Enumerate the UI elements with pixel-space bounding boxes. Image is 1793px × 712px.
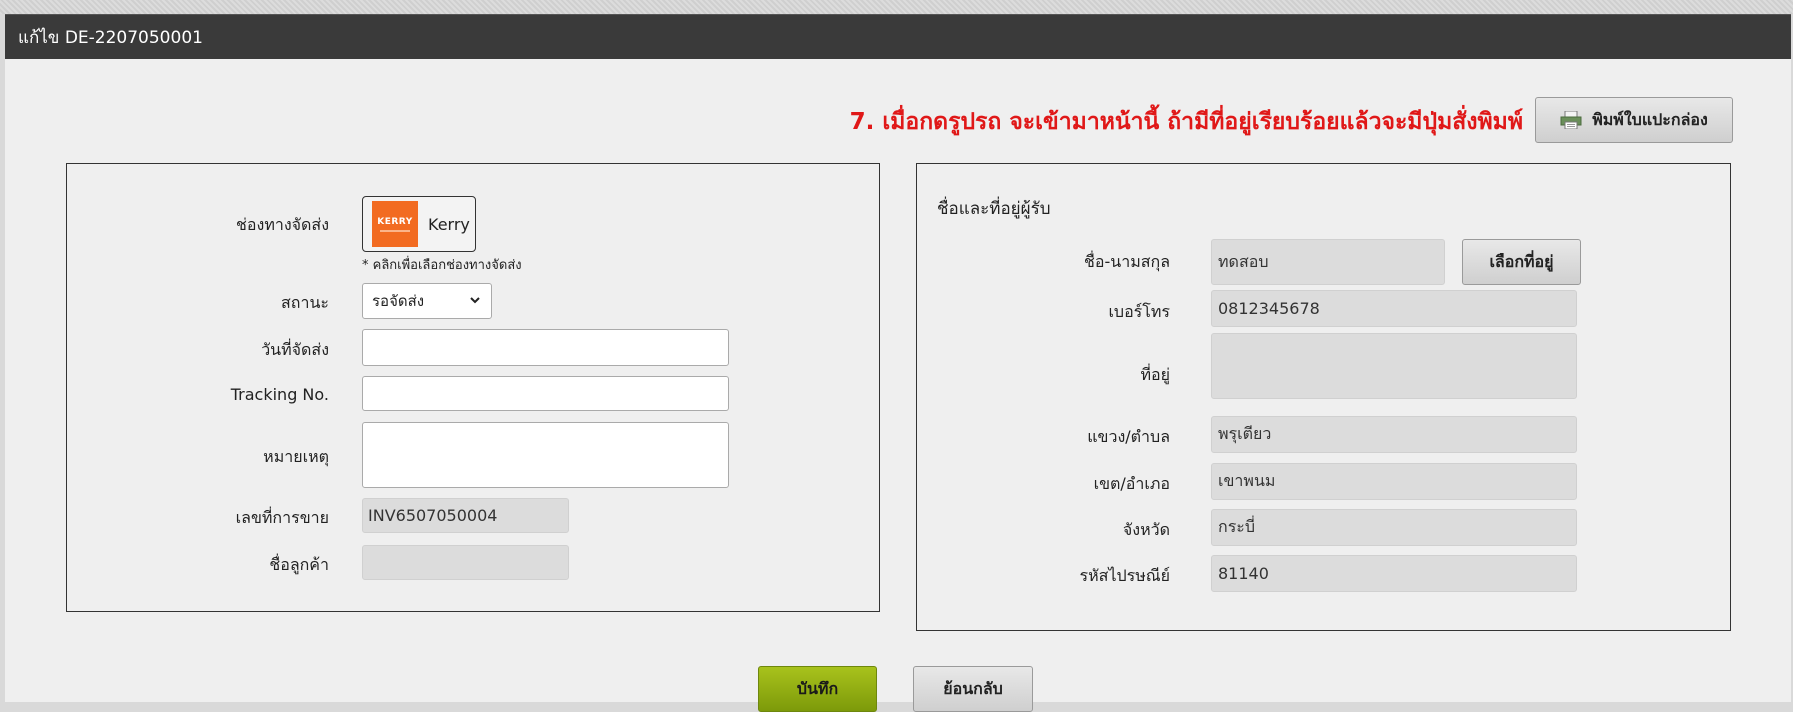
phone-field: 0812345678 bbox=[1211, 290, 1577, 327]
subdistrict-label: แขวง/ตำบล bbox=[1087, 427, 1170, 446]
print-label-button[interactable]: พิมพ์ใบแปะกล่อง bbox=[1535, 97, 1733, 143]
carrier-name: Kerry bbox=[428, 214, 470, 234]
save-button-text: บันทึก bbox=[796, 678, 839, 698]
district-field: เขาพนม bbox=[1211, 463, 1577, 500]
ship-date-label: วันที่จัดส่ง bbox=[261, 340, 329, 359]
print-label-button-text: พิมพ์ใบแปะกล่อง bbox=[1592, 109, 1708, 129]
edit-window: แก้ไข DE-2207050001 7. เมื่อกดรูปรถ จะเข… bbox=[5, 14, 1791, 712]
choose-address-button-text: เลือกที่อยู่ bbox=[1489, 251, 1554, 271]
phone-label: เบอร์โทร bbox=[1108, 302, 1170, 321]
province-label: จังหวัด bbox=[1122, 520, 1170, 539]
district-label: เขต/อำเภอ bbox=[1093, 474, 1170, 493]
top-strip bbox=[0, 0, 1793, 14]
window-titlebar: แก้ไข DE-2207050001 bbox=[5, 14, 1791, 59]
instruction-note: 7. เมื่อกดรูปรถ จะเข้ามาหน้านี้ ถ้ามีที่… bbox=[849, 109, 1523, 135]
tracking-label: Tracking No. bbox=[230, 385, 329, 404]
kerry-logo-text: KERRY bbox=[377, 216, 413, 227]
address-label: ที่อยู่ bbox=[1140, 365, 1170, 384]
postcode-field: 81140 bbox=[1211, 555, 1577, 592]
carrier-select-button[interactable]: KERRY Kerry bbox=[362, 196, 476, 252]
invoice-label: เลขที่การขาย bbox=[235, 508, 329, 527]
channel-label: ช่องทางจัดส่ง bbox=[236, 215, 329, 234]
chevron-down-icon bbox=[470, 297, 480, 304]
customer-label: ชื่อลูกค้า bbox=[269, 555, 329, 574]
printer-icon bbox=[1560, 111, 1582, 129]
status-select[interactable]: รอจัดส่ง bbox=[362, 283, 492, 319]
recipient-panel: ชื่อและที่อยู่ผู้รับ ชื่อ-นามสกุล ทดสอบ … bbox=[916, 163, 1731, 631]
remark-textarea[interactable] bbox=[362, 422, 729, 488]
back-button[interactable]: ย้อนกลับ bbox=[913, 666, 1033, 712]
remark-label: หมายเหตุ bbox=[263, 447, 329, 466]
province-field: กระบี่ bbox=[1211, 509, 1577, 546]
name-field: ทดสอบ bbox=[1211, 239, 1445, 285]
postcode-label: รหัสไปรษณีย์ bbox=[1079, 566, 1170, 585]
subdistrict-field: พรุเตียว bbox=[1211, 416, 1577, 453]
kerry-logo: KERRY bbox=[372, 201, 418, 247]
customer-field bbox=[362, 545, 569, 580]
shipping-panel: ช่องทางจัดส่ง KERRY Kerry * คลิกเพื่อเลื… bbox=[66, 163, 880, 612]
name-label: ชื่อ-นามสกุล bbox=[1084, 252, 1170, 271]
tracking-input[interactable] bbox=[362, 376, 729, 411]
save-button[interactable]: บันทึก bbox=[758, 666, 877, 712]
back-button-text: ย้อนกลับ bbox=[943, 678, 1003, 698]
channel-hint: * คลิกเพื่อเลือกช่องทางจัดส่ง bbox=[362, 258, 522, 273]
address-field bbox=[1211, 333, 1577, 399]
status-select-value: รอจัดส่ง bbox=[372, 292, 425, 310]
recipient-section-title: ชื่อและที่อยู่ผู้รับ bbox=[937, 199, 1051, 219]
window-title: แก้ไข DE-2207050001 bbox=[18, 27, 203, 48]
invoice-field: INV6507050004 bbox=[362, 498, 569, 533]
status-label: สถานะ bbox=[281, 293, 329, 312]
ship-date-input[interactable] bbox=[362, 329, 729, 366]
choose-address-button[interactable]: เลือกที่อยู่ bbox=[1462, 239, 1581, 285]
